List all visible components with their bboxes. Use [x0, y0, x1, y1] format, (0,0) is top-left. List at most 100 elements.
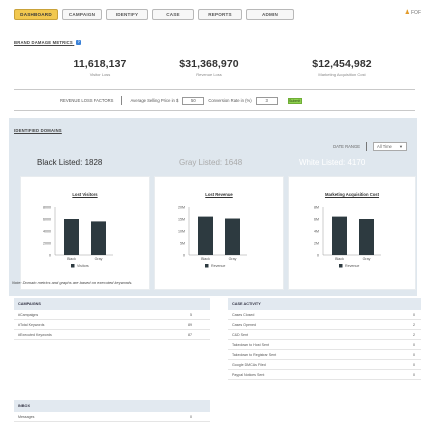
- y-tick-label: 4M: [314, 230, 319, 234]
- row-label: Takedown to Registrar Sent: [232, 353, 277, 357]
- chart-card-lost-revenue: Lost Revenue 20M 15M 10M 5M 0 Black Gray Revenu…: [154, 176, 284, 290]
- row-label: #Campaigns: [18, 313, 39, 317]
- date-range: DATE RANGE All Time ▼: [333, 142, 407, 151]
- factors-title: REVENUE LOSS FACTORS: [60, 98, 114, 103]
- submit-factors-button[interactable]: Submit: [287, 97, 302, 104]
- row-label: C&D Sent: [232, 333, 248, 337]
- chart-card-marketing-cost: Marketing Acquisition Cost 8M 6M 4M 2M 0 Blac…: [288, 176, 416, 290]
- metric-marketing-cost: $12,454,982 Marketing Acquisition Cost: [292, 58, 392, 77]
- row-value: 0: [413, 363, 415, 367]
- row-label: Google DMCAs Filed: [232, 363, 266, 367]
- divider: [14, 110, 415, 111]
- table-row[interactable]: Paypal Notices Sent 0: [228, 370, 421, 380]
- row-value: 2: [413, 333, 415, 337]
- conversion-rate-input[interactable]: 3: [255, 96, 278, 105]
- row-value: 89: [188, 323, 192, 327]
- user-name: FOF: [411, 9, 421, 16]
- y-tick-label: 0: [49, 254, 51, 258]
- metric-label: Marketing Acquisition Cost: [318, 72, 366, 77]
- top-nav: DASHBOARD CAMPAIGN IDENTIFY CASE REPORTS…: [14, 8, 423, 21]
- metric-visitor-loss: 11,618,137 Visitor Loss: [60, 58, 140, 77]
- separator: [366, 142, 367, 151]
- inbox-header: INBOX: [14, 400, 210, 412]
- lost-visitors-chart: 8000 6000 4000 2000 0 Black Gray Visitors: [43, 206, 113, 268]
- row-label: Cases Closed: [232, 313, 255, 317]
- y-tick-label: 10M: [178, 230, 185, 234]
- brand-metrics-title: BRAND DAMAGE METRICS ?: [14, 40, 82, 46]
- user-menu[interactable]: ♟ FOF: [404, 9, 421, 17]
- bar: [225, 218, 240, 255]
- legend-label: Revenue: [211, 264, 225, 268]
- black-listed-count[interactable]: Black Listed: 1828: [37, 158, 102, 167]
- revenue-loss-factors: REVENUE LOSS FACTORS Average Selling Pri…: [60, 96, 302, 105]
- y-tick-label: 8M: [314, 206, 319, 210]
- table-row[interactable]: #Total Keywords 89: [14, 320, 210, 330]
- y-tick-label: 2M: [314, 242, 319, 246]
- metric-revenue-loss: $31,368,970 Revenue Loss: [164, 58, 254, 77]
- table-row[interactable]: Takedown to Host Sent 0: [228, 340, 421, 350]
- table-row[interactable]: Messages 0: [14, 412, 210, 422]
- legend-label: Revenue: [345, 264, 359, 268]
- row-label: Messages: [18, 415, 35, 419]
- row-value: 0: [413, 353, 415, 357]
- y-tick-label: 0: [183, 254, 185, 258]
- chevron-down-icon: ▼: [399, 144, 403, 149]
- lost-revenue-chart: 20M 15M 10M 5M 0 Black Gray Revenue: [178, 206, 247, 268]
- table-row[interactable]: C&D Sent 2: [228, 330, 421, 340]
- chart-title: Lost Revenue: [205, 192, 233, 197]
- row-value: 5: [190, 313, 192, 317]
- table-row[interactable]: #Executed Keywords 87: [14, 330, 210, 340]
- chart-title: Lost Visitors: [72, 192, 98, 197]
- conversion-rate-label: Conversion Rate in (%): [208, 98, 252, 103]
- y-tick-label: 6M: [314, 218, 319, 222]
- row-value: 0: [413, 343, 415, 347]
- user-icon: ♟: [404, 10, 410, 16]
- tab-identify[interactable]: IDENTIFY: [106, 9, 148, 20]
- tab-case[interactable]: CASE: [152, 9, 194, 20]
- bar: [332, 216, 347, 255]
- info-icon[interactable]: ?: [76, 40, 82, 46]
- y-tick-label: 6000: [43, 218, 51, 222]
- metric-value: 11,618,137: [73, 58, 127, 70]
- table-row[interactable]: #Campaigns 5: [14, 310, 210, 320]
- y-tick-label: 0: [317, 254, 319, 258]
- row-value: 2: [413, 323, 415, 327]
- gray-listed-count[interactable]: Gray Listed: 1648: [179, 158, 242, 167]
- metric-value: $31,368,970: [179, 58, 239, 70]
- tab-dashboard[interactable]: DASHBOARD: [14, 9, 58, 20]
- table-row[interactable]: Cases Closed 0: [228, 310, 421, 320]
- y-tick-label: 5M: [180, 242, 185, 246]
- legend-swatch: [71, 264, 75, 268]
- metric-label: Revenue Loss: [196, 72, 222, 77]
- x-tick-label: Gray: [229, 257, 237, 261]
- marketing-cost-chart: 8M 6M 4M 2M 0 Black Gray Revenue: [314, 206, 381, 268]
- table-row[interactable]: Google DMCAs Filed 0: [228, 360, 421, 370]
- row-value: 0: [190, 415, 192, 419]
- metric-value: $12,454,982: [312, 58, 372, 70]
- tab-campaign[interactable]: CAMPAIGN: [62, 9, 102, 20]
- x-tick-label: Gray: [95, 257, 103, 261]
- campaigns-header: CAMPAIGNS: [14, 298, 210, 310]
- x-tick-label: Black: [201, 257, 210, 261]
- y-tick-label: 2000: [43, 242, 51, 246]
- white-listed-count[interactable]: White Listed: 4170: [299, 158, 365, 167]
- y-tick-label: 8000: [43, 206, 51, 210]
- row-label: Takedown to Host Sent: [232, 343, 269, 347]
- avg-price-input[interactable]: 50: [182, 96, 205, 105]
- domain-metrics-note: Note: Domain metrics and graphs are base…: [12, 280, 133, 285]
- tab-reports[interactable]: REPORTS: [198, 9, 242, 20]
- row-label: #Executed Keywords: [18, 333, 52, 337]
- identified-domains-panel: IDENTIFIED DOMAINS DATE RANGE All Time ▼…: [9, 118, 417, 296]
- date-range-select[interactable]: All Time ▼: [373, 142, 407, 151]
- table-row[interactable]: Takedown to Registrar Sent 0: [228, 350, 421, 360]
- row-value: 87: [188, 333, 192, 337]
- legend-label: Visitors: [77, 264, 89, 268]
- brand-metrics-title-text: BRAND DAMAGE METRICS: [14, 40, 73, 45]
- y-tick-label: 20M: [178, 206, 185, 210]
- table-row[interactable]: Cases Opened 2: [228, 320, 421, 330]
- x-tick-label: Gray: [363, 257, 371, 261]
- x-tick-label: Black: [67, 257, 76, 261]
- identified-domains-title: IDENTIFIED DOMAINS: [14, 128, 62, 133]
- tab-admin[interactable]: ADMIN: [246, 9, 294, 20]
- row-value: 0: [413, 313, 415, 317]
